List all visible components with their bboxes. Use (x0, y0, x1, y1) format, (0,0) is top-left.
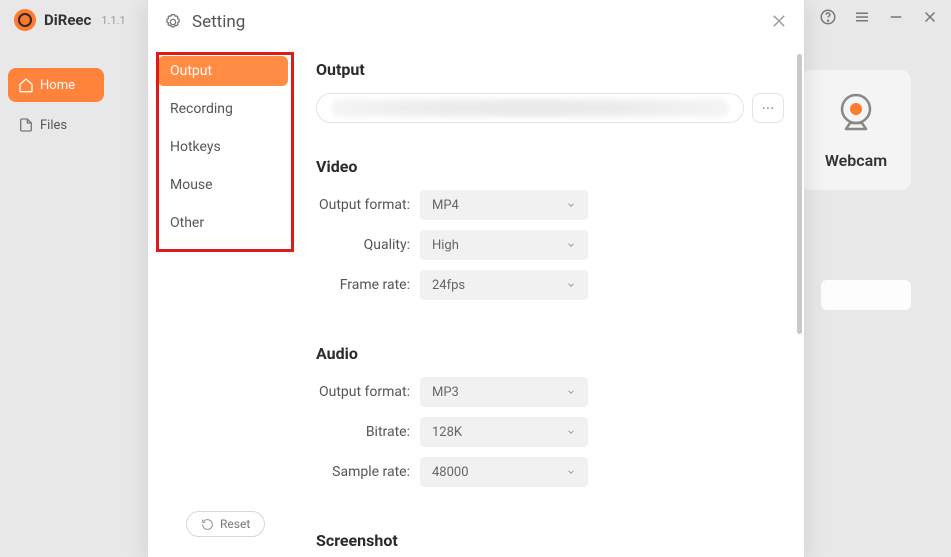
label-video-format: Output format: (316, 197, 420, 213)
label-frame-rate: Frame rate: (316, 277, 420, 293)
sample-rate-value: 48000 (432, 465, 469, 480)
frame-rate-select[interactable]: 24fps (420, 270, 588, 300)
video-format-value: MP4 (432, 198, 459, 213)
modal-header: Setting (148, 0, 804, 44)
files-icon (18, 117, 34, 133)
tab-output[interactable]: Output (158, 56, 288, 86)
app-version: 1.1.1 (101, 14, 125, 27)
sample-rate-select[interactable]: 48000 (420, 457, 588, 487)
scrollbar-thumb[interactable] (797, 54, 802, 334)
reset-label: Reset (220, 517, 250, 531)
app-name: DiReec (44, 11, 91, 29)
settings-modal: Setting Output Recording Hotkeys Mouse O… (148, 0, 804, 557)
tab-recording[interactable]: Recording (158, 94, 288, 124)
nav-files-label: Files (40, 118, 67, 133)
main-nav: Home Files (8, 68, 104, 148)
ellipsis-icon: ··· (762, 99, 775, 118)
help-icon[interactable] (819, 8, 837, 26)
quality-value: High (432, 238, 459, 253)
section-screenshot-title: Screenshot (316, 531, 784, 550)
reset-button[interactable]: Reset (186, 511, 265, 537)
gear-icon (164, 13, 182, 31)
label-quality: Quality: (316, 237, 420, 253)
reset-icon (201, 518, 214, 531)
webcam-icon (832, 91, 880, 139)
chevron-down-icon (566, 280, 576, 290)
tab-hotkeys[interactable]: Hotkeys (158, 132, 288, 162)
quality-select[interactable]: High (420, 230, 588, 260)
section-output-title: Output (316, 60, 784, 79)
tab-mouse[interactable]: Mouse (158, 170, 288, 200)
close-window-icon[interactable] (921, 8, 939, 26)
home-icon (18, 77, 34, 93)
modal-title: Setting (192, 12, 245, 32)
menu-icon[interactable] (853, 8, 871, 26)
close-modal-button[interactable] (770, 12, 788, 30)
section-video-title: Video (316, 157, 784, 176)
output-path-redacted (331, 98, 729, 118)
webcam-label: Webcam (825, 151, 887, 170)
frame-rate-value: 24fps (432, 278, 465, 293)
chevron-down-icon (566, 200, 576, 210)
tab-other[interactable]: Other (158, 208, 288, 238)
output-path-input[interactable] (316, 93, 744, 123)
audio-format-select[interactable]: MP3 (420, 377, 588, 407)
section-audio-title: Audio (316, 344, 784, 363)
nav-files[interactable]: Files (8, 108, 104, 142)
webcam-card[interactable]: Webcam (801, 70, 911, 190)
background-card-stub (821, 280, 911, 310)
chevron-down-icon (566, 240, 576, 250)
video-format-select[interactable]: MP4 (420, 190, 588, 220)
window-controls (819, 8, 939, 26)
nav-home-label: Home (40, 78, 75, 93)
label-audio-format: Output format: (316, 384, 420, 400)
bitrate-select[interactable]: 128K (420, 417, 588, 447)
chevron-down-icon (566, 427, 576, 437)
audio-format-value: MP3 (432, 385, 459, 400)
nav-home[interactable]: Home (8, 68, 104, 102)
browse-path-button[interactable]: ··· (752, 93, 784, 123)
bitrate-value: 128K (432, 425, 462, 440)
minimize-icon[interactable] (887, 8, 905, 26)
settings-sidebar: Output Recording Hotkeys Mouse Other Res… (148, 44, 298, 557)
chevron-down-icon (566, 467, 576, 477)
label-sample-rate: Sample rate: (316, 464, 420, 480)
app-logo-icon (14, 9, 36, 31)
chevron-down-icon (566, 387, 576, 397)
settings-content[interactable]: Output ··· Video Output format: MP4 Qual (298, 44, 804, 557)
label-bitrate: Bitrate: (316, 424, 420, 440)
